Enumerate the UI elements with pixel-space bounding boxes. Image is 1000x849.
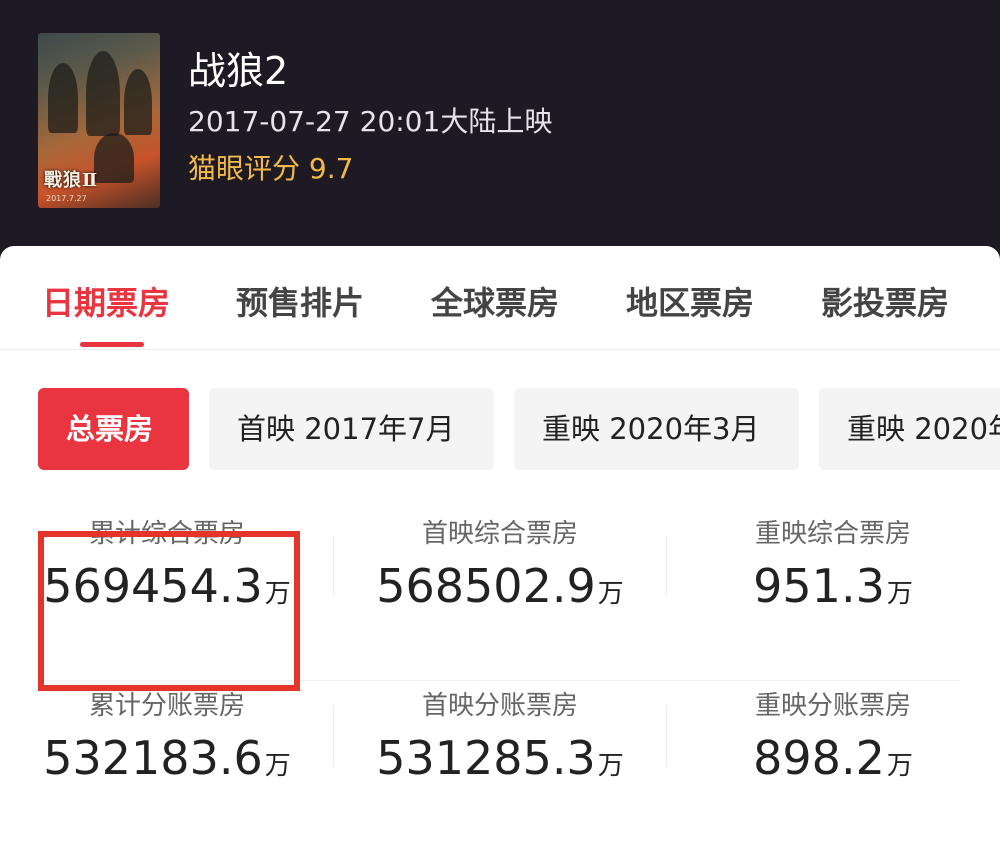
tab-regional-box-office[interactable]: 地区票房 [626, 278, 754, 324]
poster-figure [124, 69, 152, 135]
poster-logo: 戰狼Ⅱ [44, 170, 99, 191]
tab-presale-schedule[interactable]: 预售排片 [236, 278, 364, 324]
poster-figure [86, 51, 120, 136]
poster-figure [48, 63, 78, 133]
stat-rerelease-gross: 重映综合票房 951.3万 [666, 516, 1000, 622]
unit-label: 万 [264, 751, 291, 781]
stat-divider [666, 706, 667, 766]
release-info: 2017-07-27 20:01大陆上映 [188, 105, 553, 138]
unit-label: 万 [597, 751, 624, 781]
movie-header: 戰狼Ⅱ 2017.7.27 战狼2 2017-07-27 20:01大陆上映 猫… [0, 0, 1000, 248]
tab-global-box-office[interactable]: 全球票房 [431, 278, 559, 324]
unit-label: 万 [886, 579, 913, 609]
stat-value: 568502.9万 [376, 559, 624, 613]
tab-cinema-investment-box-office[interactable]: 影投票房 [821, 278, 949, 324]
tab-bar: 日期票房 预售排片 全球票房 地区票房 影投票房 [0, 246, 1000, 350]
stat-value: 951.3万 [753, 559, 913, 613]
unit-label: 万 [886, 751, 913, 781]
stat-premiere-gross: 首映综合票房 568502.9万 [333, 516, 667, 622]
stat-premiere-split: 首映分账票房 531285.3万 [333, 688, 667, 794]
movie-poster-image[interactable]: 戰狼Ⅱ 2017.7.27 [38, 33, 160, 208]
unit-label: 万 [597, 579, 624, 609]
stat-divider [333, 536, 334, 596]
stat-label: 重映综合票房 [754, 519, 911, 549]
stat-label: 首映分账票房 [421, 691, 578, 721]
stat-label: 首映综合票房 [421, 519, 578, 549]
release-filter-bar: 总票房 首映 2017年7月 重映 2020年3月 重映 2020年 [0, 388, 1000, 470]
stat-value: 532183.6万 [43, 731, 291, 785]
stat-label: 累计分账票房 [88, 691, 245, 721]
poster-figure [94, 133, 134, 183]
stat-value: 898.2万 [753, 731, 913, 785]
maoyan-rating: 猫眼评分 9.7 [188, 152, 354, 185]
stat-cumulative-split: 累计分账票房 532183.6万 [0, 688, 334, 794]
stat-value: 531285.3万 [376, 731, 624, 785]
filter-rerelease-2020-03[interactable]: 重映 2020年3月 [514, 388, 799, 470]
highlight-annotation-box [38, 531, 300, 691]
filter-rerelease-2020[interactable]: 重映 2020年 [819, 388, 1000, 470]
stat-label: 重映分账票房 [754, 691, 911, 721]
poster-date-mark: 2017.7.27 [46, 194, 87, 203]
stat-rerelease-split: 重映分账票房 898.2万 [666, 688, 1000, 794]
stat-divider [666, 536, 667, 596]
filter-premiere-2017-07[interactable]: 首映 2017年7月 [209, 388, 494, 470]
tab-daily-box-office[interactable]: 日期票房 [42, 278, 170, 324]
stat-divider [333, 706, 334, 766]
filter-total-box-office[interactable]: 总票房 [38, 388, 189, 470]
movie-title: 战狼2 [188, 49, 289, 93]
active-tab-indicator [80, 342, 144, 347]
